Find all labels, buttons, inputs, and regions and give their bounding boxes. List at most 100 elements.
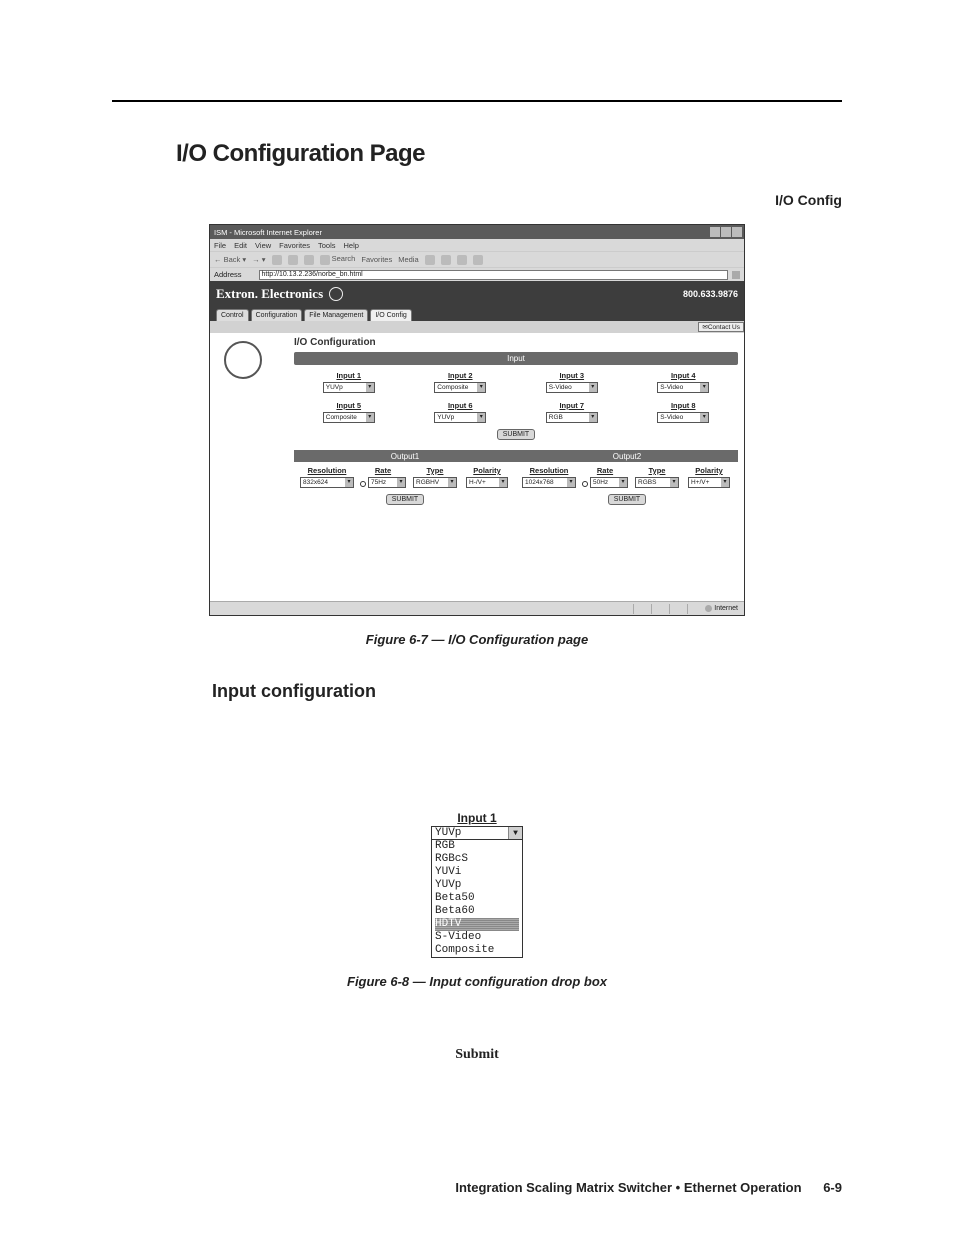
stop-icon[interactable] <box>272 255 282 265</box>
close-icon[interactable] <box>732 227 742 237</box>
submit-word: Submit <box>112 1047 842 1063</box>
input1-select[interactable]: YUVp ▼ <box>431 826 523 840</box>
dropdown-option[interactable]: RGBcS <box>435 853 519 866</box>
type-label: Type <box>634 466 680 475</box>
input-select[interactable]: RGB▾ <box>546 412 598 423</box>
submit-out1-button[interactable]: SUBMIT <box>386 494 424 505</box>
tabs-bar: Control Configuration File Management I/… <box>210 307 744 321</box>
out1-polarity-select[interactable]: H-/V+▾ <box>466 477 508 488</box>
select-value: YUVp <box>435 827 461 840</box>
output1-header: Output1 <box>294 450 516 462</box>
menu-item[interactable]: Favorites <box>279 241 310 250</box>
favorites-button[interactable]: Favorites <box>361 255 392 264</box>
refresh-icon[interactable] <box>288 255 298 265</box>
input-cell: Input 8 S-Video▾ <box>637 401 731 423</box>
back-button[interactable]: ← Back ▾ <box>214 255 246 264</box>
menu-item[interactable]: Help <box>344 241 359 250</box>
address-label: Address <box>214 270 242 279</box>
input-select[interactable]: Composite▾ <box>323 412 375 423</box>
out1-type-select[interactable]: RGBHV▾ <box>413 477 457 488</box>
window-controls[interactable] <box>710 227 742 237</box>
tab-label: I/O Config <box>112 192 842 208</box>
out1-resolution-select[interactable]: 832x624▾ <box>300 477 354 488</box>
out1-rate-select[interactable]: 75Hz▾ <box>368 477 406 488</box>
rate-radio-icon[interactable] <box>582 481 588 487</box>
search-button[interactable]: Search <box>320 254 356 264</box>
forward-button[interactable]: → ▾ <box>252 255 265 264</box>
menu-item[interactable]: Tools <box>318 241 336 250</box>
figure-6-7-caption: Figure 6-7 — I/O Configuration page <box>112 632 842 647</box>
mail-icon[interactable] <box>441 255 451 265</box>
brand-text: Extron. Electronics <box>216 286 323 302</box>
out2-polarity-select[interactable]: H+/V+▾ <box>688 477 730 488</box>
minimize-icon[interactable] <box>710 227 720 237</box>
tab-configuration[interactable]: Configuration <box>251 309 303 321</box>
input-label: Input 8 <box>637 401 731 410</box>
rate-radio-icon[interactable] <box>360 481 366 487</box>
figure-6-8-dropdown: Input 1 YUVp ▼ RGBRGBcSYUViYUVpBeta50Bet… <box>431 812 523 958</box>
print-icon[interactable] <box>457 255 467 265</box>
input-section-header: Input <box>294 352 738 365</box>
polarity-label: Polarity <box>686 466 732 475</box>
go-dropdown-icon[interactable] <box>732 271 740 279</box>
page-heading: I/O Configuration Page <box>176 140 842 168</box>
status-text: Internet <box>714 605 738 612</box>
media-button[interactable]: Media <box>398 255 418 264</box>
input1-label: Input 1 <box>431 812 523 825</box>
out2-resolution-select[interactable]: 1024x768▾ <box>522 477 576 488</box>
input-label: Input 2 <box>414 371 508 380</box>
out2-rate-select[interactable]: 50Hz▾ <box>590 477 628 488</box>
menu-item[interactable]: File <box>214 241 226 250</box>
dropdown-option[interactable]: YUVi <box>435 866 519 879</box>
horizontal-rule <box>112 100 842 102</box>
status-bar: Internet <box>210 601 744 615</box>
page-icon <box>246 270 255 279</box>
resolution-label: Resolution <box>522 466 576 475</box>
tab-control[interactable]: Control <box>216 309 249 321</box>
ie-menubar: File Edit View Favorites Tools Help <box>210 239 744 251</box>
address-input[interactable]: http://10.13.2.236/norbe_bn.html <box>259 270 728 280</box>
input-label: Input 6 <box>414 401 508 410</box>
submit-out2-button[interactable]: SUBMIT <box>608 494 646 505</box>
input-select[interactable]: YUVp▾ <box>323 382 375 393</box>
input-select[interactable]: S-Video▾ <box>657 412 709 423</box>
rate-label: Rate <box>582 466 628 475</box>
input-label: Input 1 <box>302 371 396 380</box>
dropdown-option[interactable]: HDTV <box>435 918 519 931</box>
maximize-icon[interactable] <box>721 227 731 237</box>
edit-icon[interactable] <box>473 255 483 265</box>
dropdown-arrow-icon[interactable]: ▼ <box>508 827 522 839</box>
menu-item[interactable]: Edit <box>234 241 247 250</box>
submit-inputs-button[interactable]: SUBMIT <box>497 429 535 440</box>
input-select[interactable]: S-Video▾ <box>657 382 709 393</box>
footer-page-number: 6-9 <box>823 1180 842 1195</box>
input-select[interactable]: YUVp▾ <box>434 412 486 423</box>
dropdown-option[interactable]: RGB <box>435 840 519 853</box>
footer-text: Integration Scaling Matrix Switcher • Et… <box>455 1180 801 1195</box>
input-select[interactable]: S-Video▾ <box>546 382 598 393</box>
address-bar: Address http://10.13.2.236/norbe_bn.html <box>210 267 744 281</box>
dropdown-option[interactable]: Beta50 <box>435 892 519 905</box>
dropdown-option[interactable]: Composite <box>435 944 519 957</box>
input-cell: Input 7 RGB▾ <box>525 401 619 423</box>
tab-file-management[interactable]: File Management <box>304 309 368 321</box>
out2-type-select[interactable]: RGBS▾ <box>635 477 679 488</box>
dropdown-option[interactable]: Beta60 <box>435 905 519 918</box>
dropdown-option[interactable]: YUVp <box>435 879 519 892</box>
ie-toolbar: ← Back ▾ → ▾ Search Favorites Media <box>210 251 744 267</box>
brand-bar: Extron. Electronics 800.633.9876 <box>210 281 744 307</box>
input-select[interactable]: Composite▾ <box>434 382 486 393</box>
input-cell: Input 4S-Video▾ <box>637 371 731 393</box>
home-icon[interactable] <box>304 255 314 265</box>
tab-io-config[interactable]: I/O Config <box>370 309 412 321</box>
input-cell: Input 2 Composite▾ <box>414 371 508 393</box>
sub-bar: ✉ Contact Us <box>210 321 744 333</box>
history-icon[interactable] <box>425 255 435 265</box>
contact-us-button[interactable]: ✉ Contact Us <box>698 322 744 332</box>
dropdown-option[interactable]: S-Video <box>435 931 519 944</box>
rate-label: Rate <box>360 466 406 475</box>
polarity-label: Polarity <box>464 466 510 475</box>
dropdown-option-list: RGBRGBcSYUViYUVpBeta50Beta60HDTVS-VideoC… <box>431 840 523 958</box>
input-label: Input 7 <box>525 401 619 410</box>
menu-item[interactable]: View <box>255 241 271 250</box>
